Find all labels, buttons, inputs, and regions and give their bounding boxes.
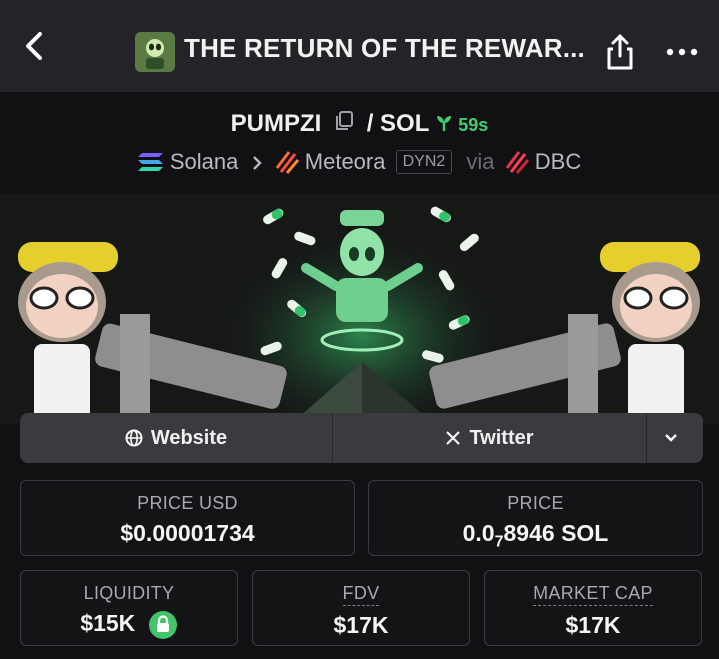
via-name[interactable]: DBC [535, 149, 581, 174]
token-banner-image [0, 194, 719, 424]
share-icon[interactable] [604, 32, 636, 72]
market-cap-label[interactable]: MARKET CAP [533, 583, 653, 606]
fdv-value: $17K [333, 612, 389, 638]
twitter-label: Twitter [469, 426, 534, 449]
via-label: via [466, 149, 495, 175]
globe-icon [125, 429, 143, 447]
price-usd-value: $0.00001734 [120, 520, 255, 546]
liquidity-label: LIQUIDITY [83, 583, 175, 603]
chain-name[interactable]: Solana [170, 149, 239, 174]
pair-separator: / [366, 110, 374, 137]
social-links-bar: Website Twitter [20, 413, 703, 463]
price-usd-card: PRICE USD $0.00001734 [20, 480, 355, 556]
meteora-icon [275, 151, 299, 175]
page-title: THE RETURN OF THE REWAR... [184, 33, 585, 63]
website-button[interactable]: Website [20, 413, 332, 463]
dex-version-badge: DYN2 [395, 150, 453, 175]
back-chevron-icon[interactable] [18, 28, 54, 64]
chevron-right-icon [251, 149, 269, 174]
chevron-down-icon [665, 434, 677, 442]
price-native-card: PRICE 0.078946 SOL [368, 480, 703, 556]
price-usd-label: PRICE USD [137, 493, 238, 513]
liquidity-card: LIQUIDITY $15K [20, 570, 238, 646]
dex-name[interactable]: Meteora [305, 149, 386, 174]
market-cap-value: $17K [565, 612, 621, 638]
fdv-card: FDV $17K [252, 570, 470, 646]
pair-age: 59s [458, 115, 489, 135]
website-label: Website [150, 426, 228, 449]
base-symbol: PUMPZI [230, 110, 322, 137]
price-native-value: 0.078946 SOL [462, 520, 609, 551]
lock-icon[interactable] [148, 610, 178, 640]
liquidity-value-row: $15K [21, 610, 237, 640]
solana-icon [137, 153, 163, 172]
x-logo-icon [446, 431, 461, 445]
more-options-icon[interactable] [664, 40, 700, 64]
copy-icon[interactable] [334, 110, 354, 139]
market-cap-card: MARKET CAP $17K [484, 570, 702, 646]
more-links-dropdown[interactable] [647, 413, 703, 463]
token-avatar [135, 32, 175, 72]
dbc-icon [505, 151, 529, 175]
price-label: PRICE [507, 493, 564, 513]
sprout-icon [436, 111, 452, 139]
twitter-button[interactable]: Twitter [333, 413, 646, 463]
quote-symbol: SOL [380, 110, 429, 137]
liquidity-value: $15K [80, 610, 136, 637]
fdv-label[interactable]: FDV [342, 583, 380, 606]
top-bar: THE RETURN OF THE REWAR... [0, 0, 719, 92]
pair-row: PUMPZI / SOL 59s [0, 110, 719, 139]
chain-row: Solana Meteora DYN2 via DBC [0, 148, 719, 175]
